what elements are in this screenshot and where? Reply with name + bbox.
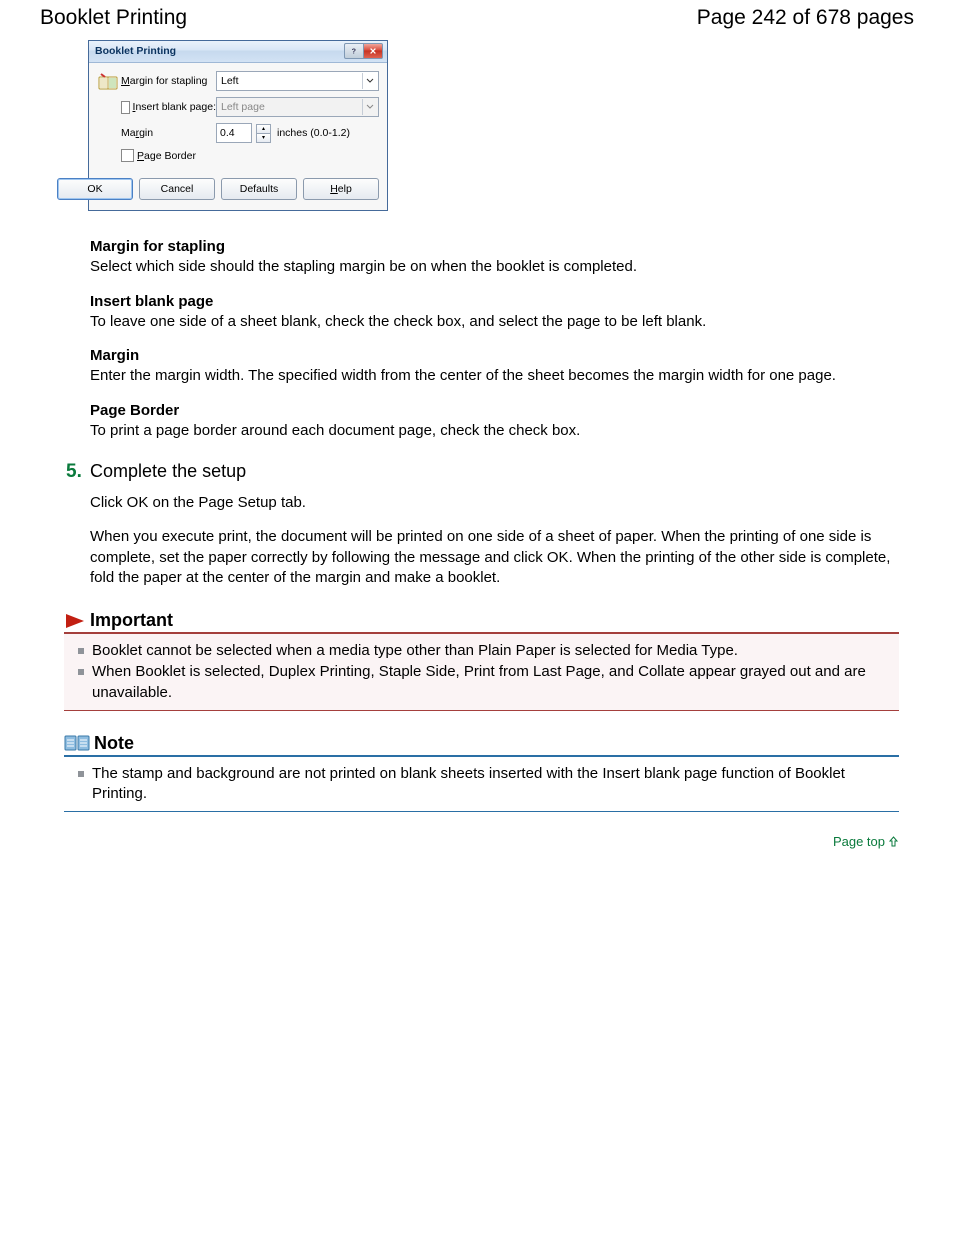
step-title: Complete the setup <box>90 461 246 481</box>
insert-blank-row: Insert blank page: <box>121 101 216 114</box>
important-header: Important <box>64 610 899 634</box>
page-border-checkbox[interactable] <box>121 149 134 162</box>
list-item: The stamp and background are not printed… <box>72 764 895 805</box>
margin-input[interactable]: 0.4 <box>216 123 252 143</box>
dialog-close-button[interactable] <box>364 43 383 59</box>
field-title: Margin for stapling <box>90 237 899 257</box>
chevron-down-icon <box>362 73 377 89</box>
list-item: When Booklet is selected, Duplex Printin… <box>72 662 895 703</box>
list-item: Booklet cannot be selected when a media … <box>72 641 895 661</box>
field-title: Page Border <box>90 401 899 421</box>
defaults-button[interactable]: Defaults <box>221 178 297 200</box>
cancel-button[interactable]: Cancel <box>139 178 215 200</box>
spin-down[interactable]: ▾ <box>256 133 271 143</box>
page-title: Booklet Printing <box>40 6 187 30</box>
insert-blank-select: Left page <box>216 97 379 117</box>
note-icon <box>64 734 90 752</box>
dialog-titlebar: Booklet Printing ? <box>89 41 387 63</box>
page-top-link[interactable]: Page top <box>90 834 899 849</box>
field-title: Insert blank page <box>90 292 899 312</box>
field-title: Margin <box>90 346 899 366</box>
booklet-icon <box>97 71 119 93</box>
ok-button[interactable]: OK <box>57 178 133 200</box>
margin-unit: inches (0.0-1.2) <box>277 127 350 139</box>
dialog-help-button[interactable]: ? <box>344 43 364 59</box>
insert-blank-checkbox[interactable] <box>121 101 130 114</box>
page-border-label: Page Border <box>137 150 196 162</box>
note-header: Note <box>64 733 899 757</box>
insert-blank-label: Insert blank page: <box>133 101 216 113</box>
dialog-title-text: Booklet Printing <box>95 45 176 57</box>
margin-stapling-select[interactable]: Left <box>216 71 379 91</box>
chevron-down-icon <box>362 99 377 115</box>
spin-up[interactable]: ▴ <box>256 124 271 133</box>
note-body: The stamp and background are not printed… <box>64 757 899 813</box>
field-desc: Enter the margin width. The specified wi… <box>90 366 899 386</box>
field-desc: To print a page border around each docum… <box>90 421 899 441</box>
step-number: 5. <box>66 461 82 482</box>
booklet-dialog: Booklet Printing ? Margin for stapling L… <box>88 40 388 211</box>
step-line2: When you execute print, the document wil… <box>90 527 899 588</box>
margin-stapling-label: Margin for stapling <box>121 75 216 87</box>
help-button[interactable]: Help <box>303 178 379 200</box>
important-body: Booklet cannot be selected when a media … <box>64 634 899 711</box>
step-line1: Click OK on the Page Setup tab. <box>90 493 899 513</box>
up-arrow-icon <box>888 836 899 847</box>
field-desc: Select which side should the stapling ma… <box>90 257 899 277</box>
field-desc: To leave one side of a sheet blank, chec… <box>90 312 899 332</box>
svg-text:?: ? <box>352 47 356 55</box>
flag-icon <box>64 612 86 630</box>
margin-label: Margin <box>121 127 216 139</box>
page-counter: Page 242 of 678 pages <box>697 6 914 30</box>
